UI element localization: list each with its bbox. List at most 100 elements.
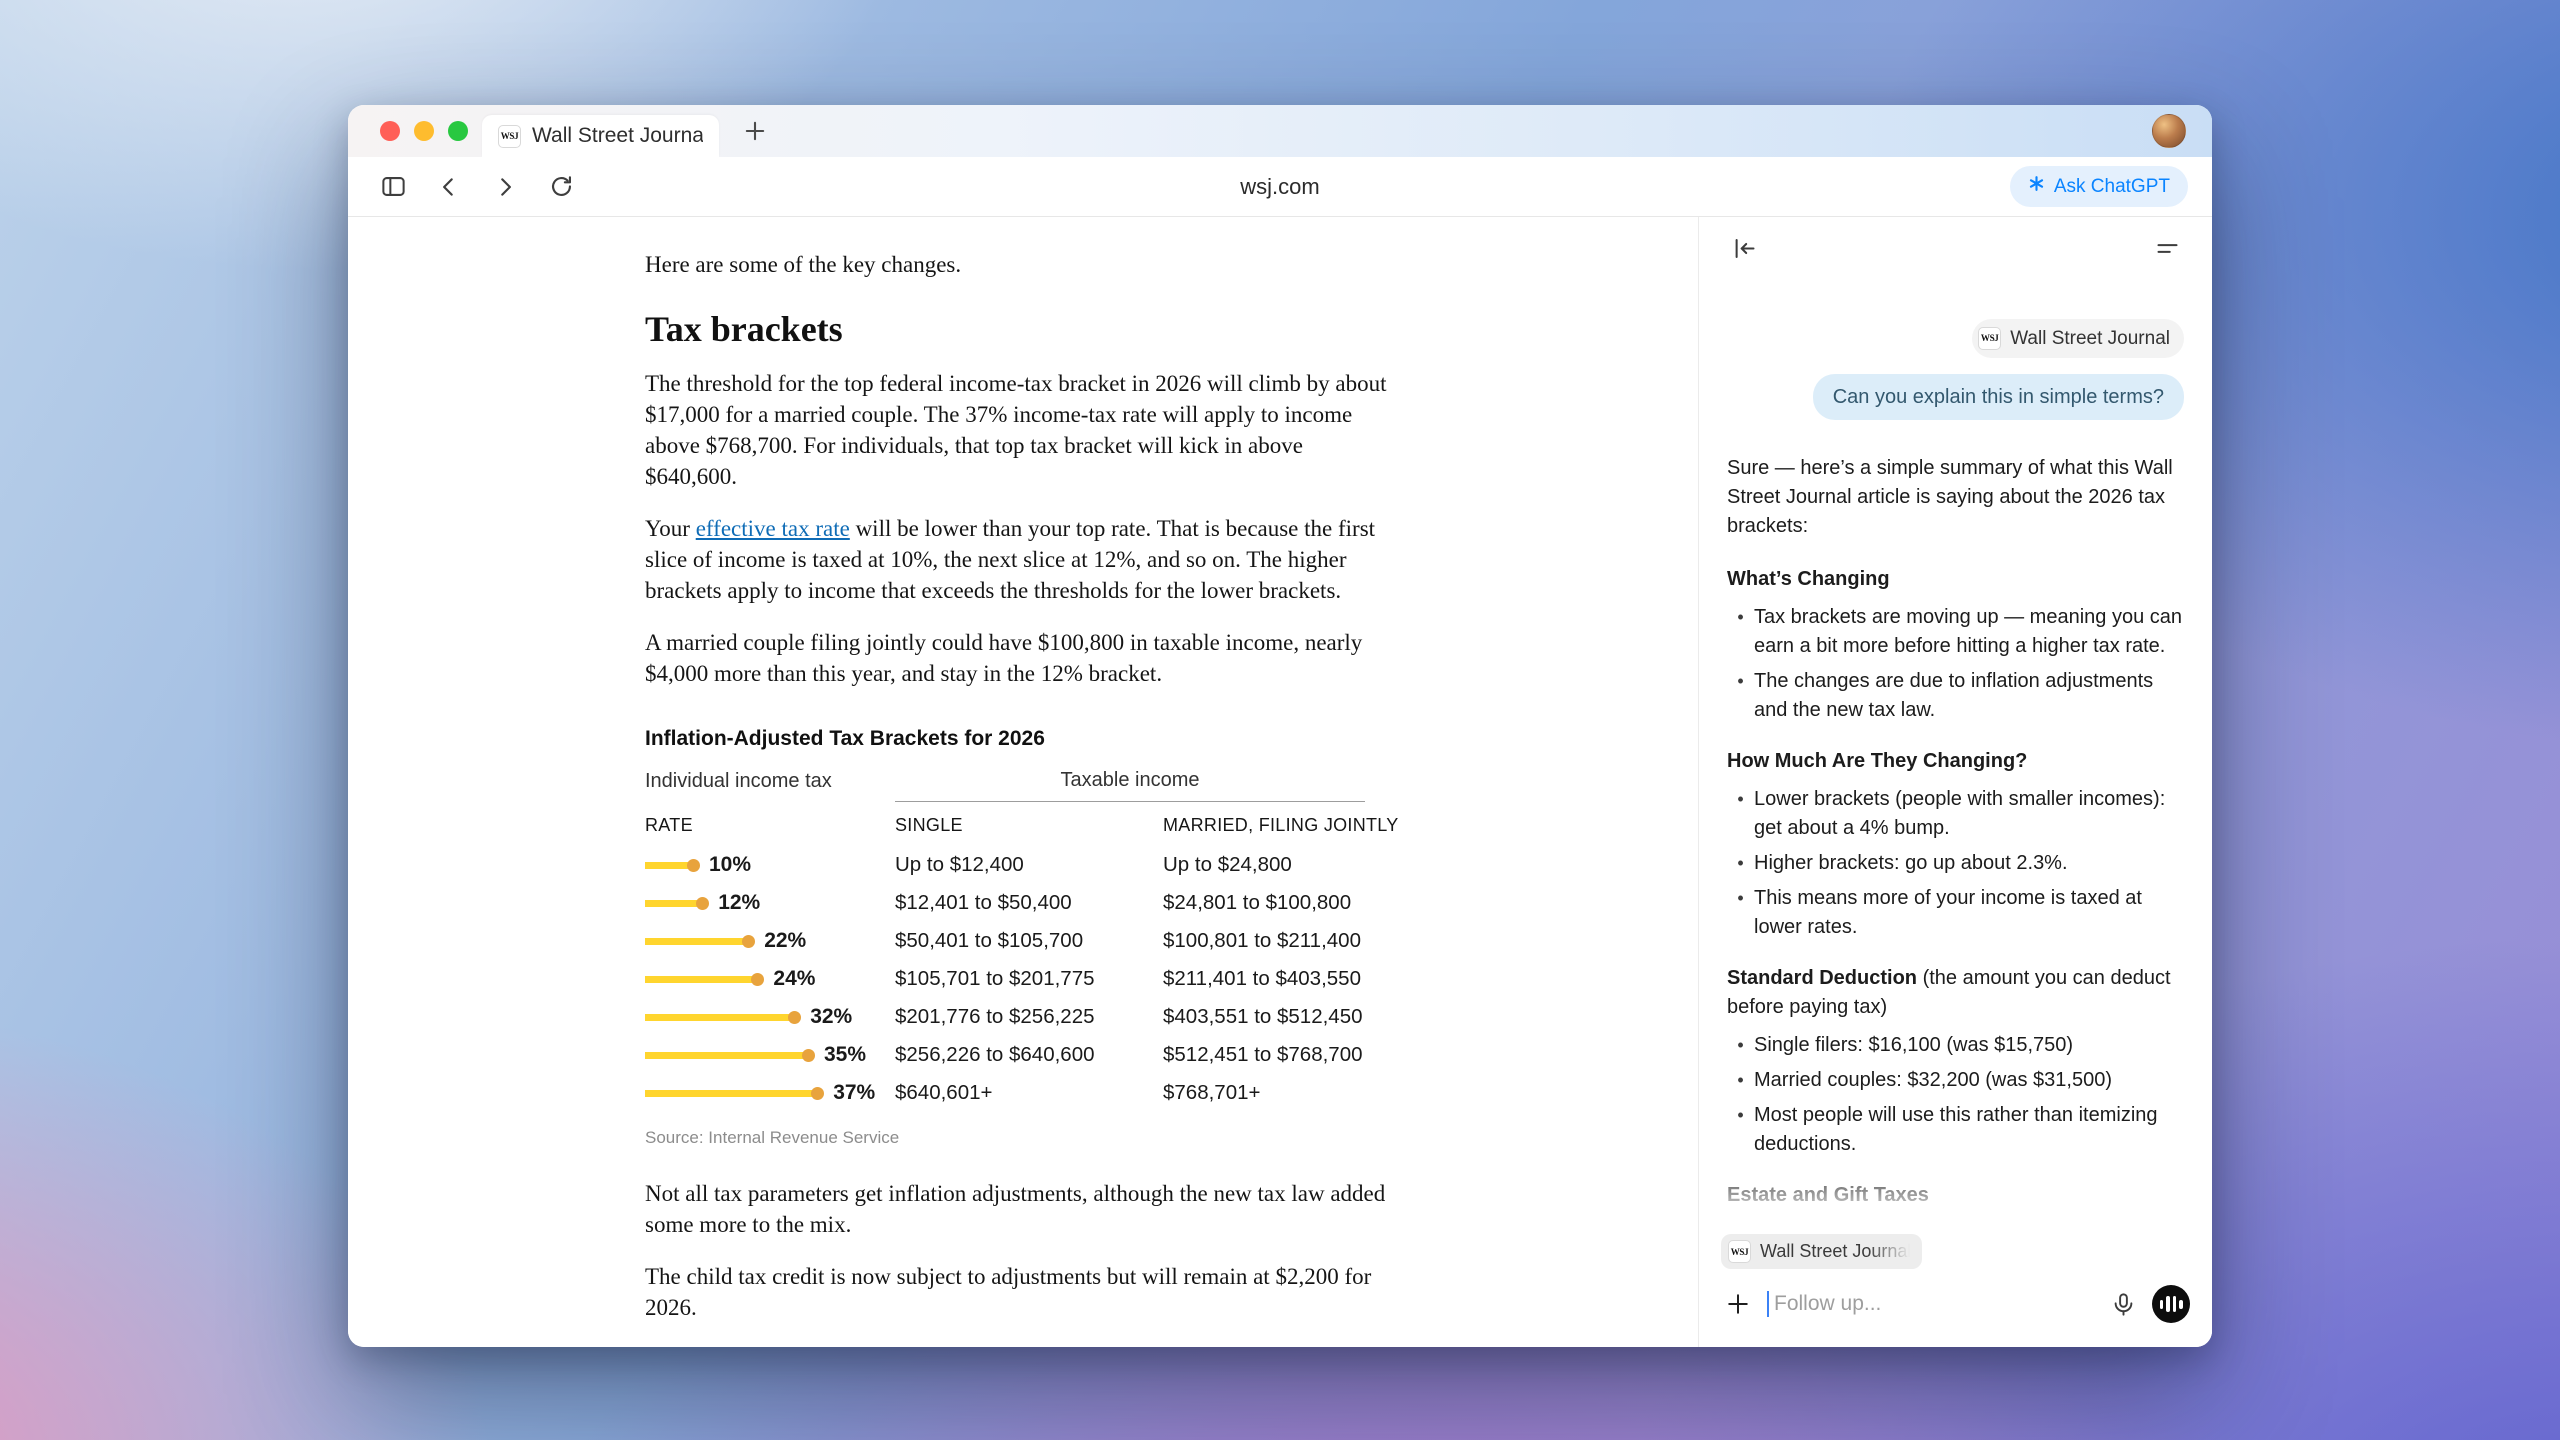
composer-input-row: Follow up... bbox=[1721, 1285, 2190, 1323]
assistant-sections: What’s Changing Tax brackets are moving … bbox=[1727, 565, 2184, 1230]
rate-cell: 35% bbox=[645, 1043, 895, 1067]
rate-label: 35% bbox=[824, 1043, 866, 1067]
source-chip-label: Wall Street Journal bbox=[2010, 324, 2170, 353]
article-paragraph: Not all tax parameters get inflation adj… bbox=[645, 1178, 1387, 1240]
single-range: $50,401 to $105,700 bbox=[895, 929, 1163, 953]
column-header-rate: RATE bbox=[645, 815, 895, 836]
rate-bar bbox=[645, 938, 746, 945]
married-range: Up to $24,800 bbox=[1163, 853, 1387, 877]
table-group-header: Individual income tax Taxable income bbox=[645, 769, 1387, 802]
rate-cell: 32% bbox=[645, 1005, 895, 1029]
rate-label: 24% bbox=[773, 967, 815, 991]
rate-dot bbox=[742, 935, 755, 948]
chatgpt-sidebar: WSJ Wall Street Journal Can you explain … bbox=[1698, 217, 2212, 1347]
answer-section: How Much Are They Changing? Lower bracke… bbox=[1727, 747, 2184, 942]
bullet-text: Tax brackets are moving up — meaning you… bbox=[1754, 603, 2184, 661]
bullet-item: Estate tax exclusion: $15 million (up fr… bbox=[1727, 1219, 2184, 1230]
voice-mode-button[interactable] bbox=[2152, 1285, 2190, 1323]
section-heading-row: Standard Deduction (the amount you can d… bbox=[1727, 964, 2184, 1022]
section-heading-row: What’s Changing bbox=[1727, 565, 2184, 594]
rate-cell: 12% bbox=[645, 891, 895, 915]
new-tab-button[interactable] bbox=[735, 111, 775, 151]
tab-title: Wall Street Journal bbox=[532, 124, 703, 148]
bullet-list: Lower brackets (people with smaller inco… bbox=[1727, 785, 2184, 942]
rate-dot bbox=[687, 859, 700, 872]
forward-icon[interactable] bbox=[484, 166, 526, 208]
bullet-text: Higher brackets: go up about 2.3%. bbox=[1754, 849, 2184, 878]
sidebar-toggle-icon[interactable] bbox=[372, 166, 414, 208]
article-paragraph: The threshold for the top federal income… bbox=[645, 368, 1387, 492]
followup-input[interactable]: Follow up... bbox=[1767, 1291, 2094, 1317]
zoom-window-button[interactable] bbox=[448, 121, 468, 141]
bullet-text: This means more of your income is taxed … bbox=[1754, 884, 2184, 942]
rate-cell: 24% bbox=[645, 967, 895, 991]
attach-plus-icon[interactable] bbox=[1721, 1287, 1755, 1321]
chat-transcript: WSJ Wall Street Journal Can you explain … bbox=[1699, 279, 2212, 1230]
rate-bar bbox=[645, 1090, 815, 1097]
single-range: $256,226 to $640,600 bbox=[895, 1043, 1163, 1067]
table-title: Inflation-Adjusted Tax Brackets for 2026 bbox=[645, 727, 1387, 751]
column-header-married: MARRIED, FILING JOINTLY bbox=[1163, 815, 1387, 836]
bullet-item: Lower brackets (people with smaller inco… bbox=[1727, 785, 2184, 843]
collapse-sidebar-icon[interactable] bbox=[1723, 227, 1765, 269]
table-row: 32% $201,776 to $256,225 $403,551 to $51… bbox=[645, 998, 1387, 1036]
wsj-favicon-icon: WSJ bbox=[1978, 327, 2001, 350]
navigation-icons bbox=[372, 166, 582, 208]
rate-dot bbox=[811, 1087, 824, 1100]
ask-chatgpt-label: Ask ChatGPT bbox=[2054, 176, 2170, 198]
tab-bar: WSJ Wall Street Journal bbox=[348, 105, 2212, 157]
single-range: $201,776 to $256,225 bbox=[895, 1005, 1163, 1029]
table-row: 37% $640,601+ $768,701+ bbox=[645, 1074, 1387, 1112]
sidebar-header bbox=[1699, 217, 2212, 279]
composer-context-chip[interactable]: WSJ Wall Street Journal bbox=[1721, 1234, 1922, 1269]
browser-window: WSJ Wall Street Journal bbox=[348, 105, 2212, 1347]
married-range: $403,551 to $512,450 bbox=[1163, 1005, 1387, 1029]
rate-label: 12% bbox=[718, 891, 760, 915]
wsj-favicon-icon: WSJ bbox=[498, 125, 521, 148]
reload-icon[interactable] bbox=[540, 166, 582, 208]
rate-label: 37% bbox=[833, 1081, 875, 1105]
table-row: 12% $12,401 to $50,400 $24,801 to $100,8… bbox=[645, 884, 1387, 922]
article-paragraph: A married couple filing jointly could ha… bbox=[645, 627, 1387, 689]
microphone-icon[interactable] bbox=[2106, 1287, 2140, 1321]
effective-tax-rate-link[interactable]: effective tax rate bbox=[696, 516, 850, 541]
minimize-window-button[interactable] bbox=[414, 121, 434, 141]
rate-dot bbox=[696, 897, 709, 910]
sidebar-menu-icon[interactable] bbox=[2146, 227, 2188, 269]
input-placeholder: Follow up... bbox=[1774, 1292, 1881, 1316]
chat-composer: WSJ Wall Street Journal Follow up... bbox=[1699, 1230, 2212, 1347]
table-row: 24% $105,701 to $201,775 $211,401 to $40… bbox=[645, 960, 1387, 998]
article-paragraph: The child tax credit is now subject to a… bbox=[645, 1261, 1387, 1323]
table-row: 22% $50,401 to $105,700 $100,801 to $211… bbox=[645, 922, 1387, 960]
wsj-favicon-icon: WSJ bbox=[1728, 1240, 1751, 1263]
waveform-icon bbox=[2179, 1300, 2183, 1309]
text-cursor bbox=[1767, 1291, 1769, 1317]
single-range: $12,401 to $50,400 bbox=[895, 891, 1163, 915]
bullet-list: Estate tax exclusion: $15 million (up fr… bbox=[1727, 1219, 2184, 1230]
rate-bar bbox=[645, 976, 755, 983]
rate-cell: 37% bbox=[645, 1081, 895, 1105]
rate-bar bbox=[645, 900, 700, 907]
article-heading-tax-brackets: Tax brackets bbox=[645, 308, 1387, 350]
source-context-chip[interactable]: WSJ Wall Street Journal bbox=[1972, 319, 2184, 358]
profile-avatar[interactable] bbox=[2152, 114, 2186, 148]
ask-chatgpt-button[interactable]: Ask ChatGPT bbox=[2010, 166, 2188, 207]
composer-chip-label: Wall Street Journal bbox=[1760, 1241, 1910, 1262]
rate-bar bbox=[645, 1052, 806, 1059]
window-content: Here are some of the key changes. Tax br… bbox=[348, 217, 2212, 1347]
bullet-item: Married couples: $32,200 (was $31,500) bbox=[1727, 1066, 2184, 1095]
married-range: $100,801 to $211,400 bbox=[1163, 929, 1387, 953]
rate-label: 10% bbox=[709, 853, 751, 877]
bullet-text: Most people will use this rather than it… bbox=[1754, 1101, 2184, 1159]
article-paragraph: Your effective tax rate will be lower th… bbox=[645, 513, 1387, 606]
table-row: 10% Up to $12,400 Up to $24,800 bbox=[645, 846, 1387, 884]
browser-tab-wsj[interactable]: WSJ Wall Street Journal bbox=[482, 115, 719, 157]
single-range: Up to $12,400 bbox=[895, 853, 1163, 877]
bullet-text: Lower brackets (people with smaller inco… bbox=[1754, 785, 2184, 843]
married-range: $512,451 to $768,700 bbox=[1163, 1043, 1387, 1067]
tax-brackets-table: Inflation-Adjusted Tax Brackets for 2026… bbox=[645, 727, 1387, 1148]
address-bar[interactable]: wsj.com bbox=[1240, 174, 1319, 200]
back-icon[interactable] bbox=[428, 166, 470, 208]
section-heading: How Much Are They Changing? bbox=[1727, 750, 2027, 772]
close-window-button[interactable] bbox=[380, 121, 400, 141]
